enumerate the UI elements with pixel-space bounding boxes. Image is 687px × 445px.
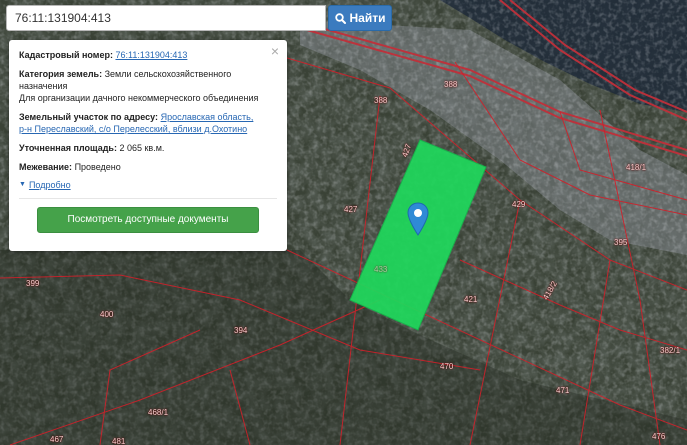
more-details-link[interactable]: Подробно [29, 179, 71, 191]
search-icon [334, 12, 346, 24]
area-row: Уточненная площадь: 2 065 кв.м. [19, 142, 277, 154]
cadastral-number-link[interactable]: 76:11:131904:413 [115, 50, 187, 60]
parcel-info-popup: × Кадастровый номер: 76:11:131904:413 Ка… [9, 40, 287, 251]
address-link-line1[interactable]: Ярославская область, [161, 112, 254, 122]
cadastral-row: Кадастровый номер: 76:11:131904:413 [19, 49, 277, 61]
parcel-number: 395 [614, 238, 628, 247]
area-value: 2 065 кв.м. [119, 143, 165, 153]
survey-row: Межевание: Проведено [19, 161, 277, 173]
parcel-number: 481 [112, 437, 126, 445]
address-row: Земельный участок по адресу: Ярославская… [19, 111, 277, 135]
survey-value: Проведено [74, 162, 121, 172]
parcel-number: 394 [234, 326, 248, 335]
triangle-down-icon: ▼ [19, 181, 26, 188]
parcel-number: 388 [374, 96, 388, 105]
close-icon[interactable]: × [271, 44, 279, 58]
view-documents-button[interactable]: Посмотреть доступные документы [37, 207, 259, 233]
search-input[interactable] [6, 5, 326, 31]
parcel-number: 470 [440, 362, 454, 371]
search-button[interactable]: Найти [328, 5, 392, 31]
location-marker-icon[interactable] [407, 202, 429, 236]
parcel-number: 433 [374, 265, 388, 274]
parcel-number: 421 [464, 295, 478, 304]
category-row: Категория земель: Земли сельскохозяйстве… [19, 68, 277, 104]
address-link-line2[interactable]: р-н Переславский, с/о Перелесский, вблиз… [19, 124, 247, 134]
parcel-number: 388 [444, 80, 458, 89]
parcel-number: 467 [50, 435, 64, 444]
divider [19, 198, 277, 199]
parcel-number: 399 [26, 279, 40, 288]
area-label: Уточненная площадь: [19, 143, 117, 153]
more-details-toggle[interactable]: ▼ Подробно [19, 179, 277, 191]
parcel-number: 429 [512, 200, 526, 209]
parcel-number: 418/1 [626, 163, 647, 172]
parcel-number: 476 [652, 432, 666, 441]
address-label: Земельный участок по адресу: [19, 112, 159, 122]
category-purpose: Для организации дачного некоммерческого … [19, 93, 259, 103]
parcel-number: 400 [100, 310, 114, 319]
parcel-number: 382/1 [660, 346, 681, 355]
search-bar: Найти [6, 5, 392, 31]
parcel-number: 468/1 [148, 408, 169, 417]
cadastral-label: Кадастровый номер: [19, 50, 113, 60]
category-label: Категория земель: [19, 69, 103, 79]
parcel-number: 471 [556, 386, 570, 395]
search-button-label: Найти [349, 11, 386, 25]
parcel-number: 427 [344, 205, 358, 214]
survey-label: Межевание: [19, 162, 73, 172]
